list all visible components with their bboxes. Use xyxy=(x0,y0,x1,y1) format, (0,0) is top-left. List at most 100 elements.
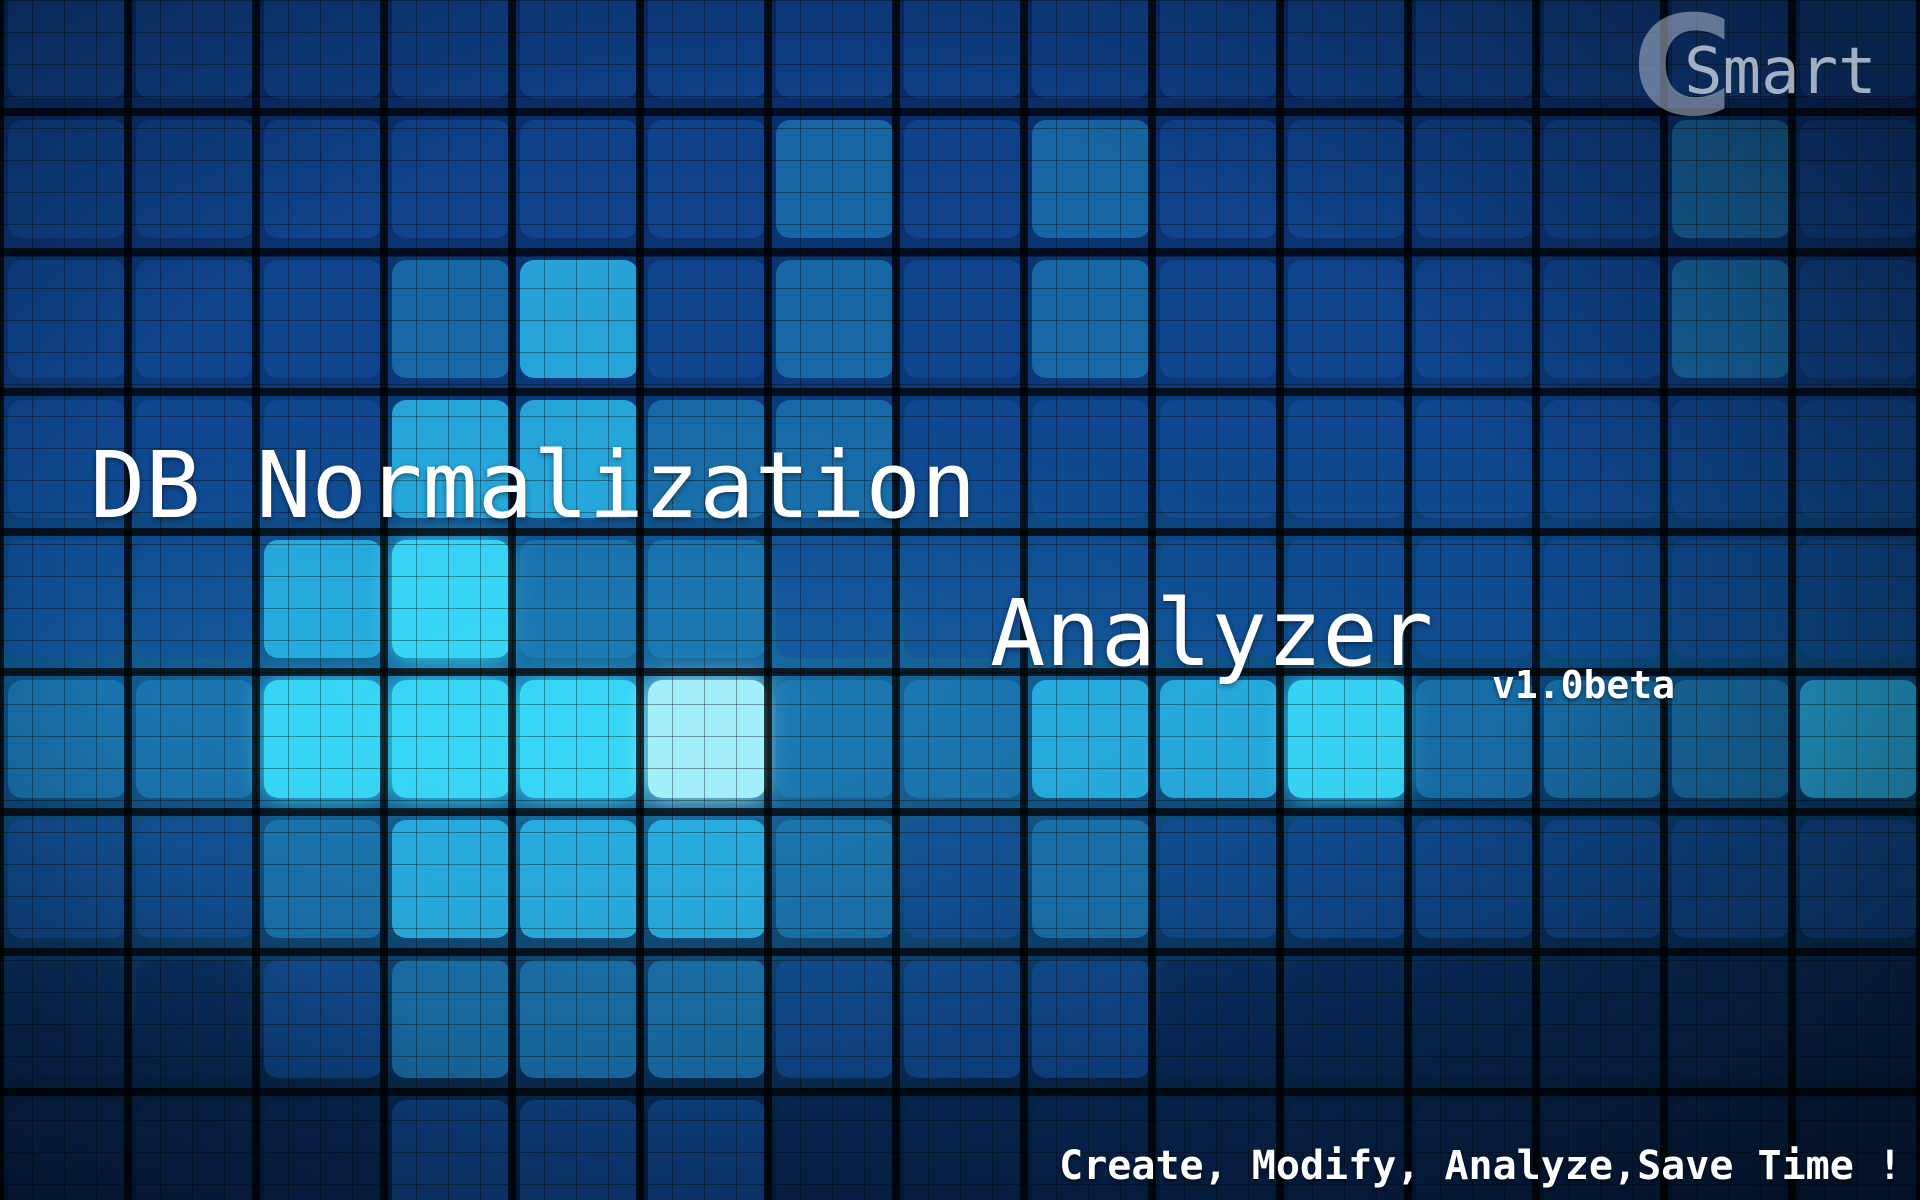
tile-mosaic-background xyxy=(0,0,1920,1200)
mosaic-tile xyxy=(8,680,126,798)
mosaic-tile xyxy=(392,680,510,798)
mosaic-tile xyxy=(1288,960,1406,1078)
mosaic-tile xyxy=(136,820,254,938)
mosaic-tile xyxy=(520,0,638,98)
mosaic-tile xyxy=(1160,820,1278,938)
mosaic-tile xyxy=(1288,120,1406,238)
mosaic-tile xyxy=(8,120,126,238)
mosaic-tile xyxy=(1160,0,1278,98)
mosaic-tile xyxy=(1416,820,1534,938)
mosaic-tile xyxy=(1416,0,1534,98)
app-title-line2: Analyzer xyxy=(990,580,1434,687)
mosaic-tile xyxy=(1544,960,1662,1078)
mosaic-tile xyxy=(1160,960,1278,1078)
logo-text: Smart xyxy=(1684,35,1877,109)
mosaic-tile xyxy=(1032,960,1150,1078)
mosaic-tile xyxy=(904,820,1022,938)
mosaic-tile xyxy=(1800,680,1918,798)
mosaic-tile xyxy=(1800,540,1918,658)
mosaic-tile xyxy=(776,0,894,98)
mosaic-tile xyxy=(904,260,1022,378)
mosaic-tile xyxy=(1416,540,1534,658)
mosaic-tile xyxy=(904,0,1022,98)
mosaic-tile xyxy=(776,260,894,378)
mosaic-tile xyxy=(8,1100,126,1200)
mosaic-tile xyxy=(648,0,766,98)
mosaic-tile xyxy=(904,680,1022,798)
mosaic-tile xyxy=(904,120,1022,238)
mosaic-tile xyxy=(520,820,638,938)
mosaic-tile xyxy=(1288,680,1406,798)
mosaic-tile xyxy=(1672,260,1790,378)
mosaic-tile xyxy=(264,960,382,1078)
mosaic-tile xyxy=(392,540,510,658)
mosaic-tile xyxy=(904,960,1022,1078)
mosaic-tile xyxy=(1032,0,1150,98)
mosaic-tile xyxy=(904,1100,1022,1200)
mosaic-tile xyxy=(520,960,638,1078)
mosaic-tile xyxy=(264,0,382,98)
mosaic-tile xyxy=(136,960,254,1078)
mosaic-tile xyxy=(1672,820,1790,938)
mosaic-tile xyxy=(1288,820,1406,938)
mosaic-tile xyxy=(776,680,894,798)
mosaic-tile xyxy=(136,120,254,238)
mosaic-tile xyxy=(648,260,766,378)
mosaic-tile xyxy=(1160,120,1278,238)
mosaic-tile xyxy=(520,260,638,378)
mosaic-tile xyxy=(1288,260,1406,378)
mosaic-tile xyxy=(776,1100,894,1200)
tagline: Create, Modify, Analyze,Save Time ! xyxy=(1059,1143,1902,1189)
app-title-line1: DB Normalization xyxy=(90,432,977,539)
mosaic-tile xyxy=(648,120,766,238)
mosaic-tile xyxy=(8,820,126,938)
mosaic-tile xyxy=(1544,540,1662,658)
mosaic-tile xyxy=(136,1100,254,1200)
mosaic-tile xyxy=(1544,820,1662,938)
mosaic-tile xyxy=(264,540,382,658)
mosaic-tile xyxy=(1544,260,1662,378)
mosaic-tile xyxy=(392,1100,510,1200)
mosaic-tile xyxy=(264,1100,382,1200)
mosaic-tile xyxy=(1032,260,1150,378)
mosaic-tile xyxy=(1160,400,1278,518)
mosaic-tile xyxy=(1288,400,1406,518)
csmart-logo: C Smart xyxy=(1632,0,1902,138)
splash-screen: C Smart DB Normalization Analyzer v1.0be… xyxy=(0,0,1920,1200)
mosaic-tile xyxy=(136,540,254,658)
mosaic-tile xyxy=(520,120,638,238)
mosaic-tile xyxy=(648,820,766,938)
mosaic-tile xyxy=(136,260,254,378)
mosaic-tile xyxy=(8,540,126,658)
mosaic-tile xyxy=(1672,960,1790,1078)
mosaic-tile xyxy=(1160,260,1278,378)
mosaic-tile xyxy=(136,0,254,98)
mosaic-tile xyxy=(8,0,126,98)
mosaic-tile xyxy=(520,680,638,798)
mosaic-tile xyxy=(1544,400,1662,518)
mosaic-tile xyxy=(1416,400,1534,518)
mosaic-tile xyxy=(1416,260,1534,378)
mosaic-tile xyxy=(1672,400,1790,518)
mosaic-tile xyxy=(392,820,510,938)
mosaic-tile xyxy=(1288,0,1406,98)
mosaic-tile xyxy=(1800,820,1918,938)
mosaic-tile xyxy=(1800,960,1918,1078)
mosaic-tile xyxy=(1672,540,1790,658)
mosaic-tile xyxy=(264,260,382,378)
version-label: v1.0beta xyxy=(1492,663,1676,707)
mosaic-tile xyxy=(1672,680,1790,798)
mosaic-tile xyxy=(392,0,510,98)
mosaic-tile xyxy=(1032,120,1150,238)
mosaic-tile xyxy=(1416,120,1534,238)
mosaic-tile xyxy=(648,540,766,658)
mosaic-tile xyxy=(520,1100,638,1200)
mosaic-tile xyxy=(264,680,382,798)
mosaic-tile xyxy=(136,680,254,798)
mosaic-tile xyxy=(648,960,766,1078)
mosaic-tile xyxy=(264,120,382,238)
mosaic-tile xyxy=(520,540,638,658)
mosaic-tile xyxy=(648,1100,766,1200)
mosaic-tile xyxy=(1160,680,1278,798)
mosaic-tile xyxy=(392,960,510,1078)
